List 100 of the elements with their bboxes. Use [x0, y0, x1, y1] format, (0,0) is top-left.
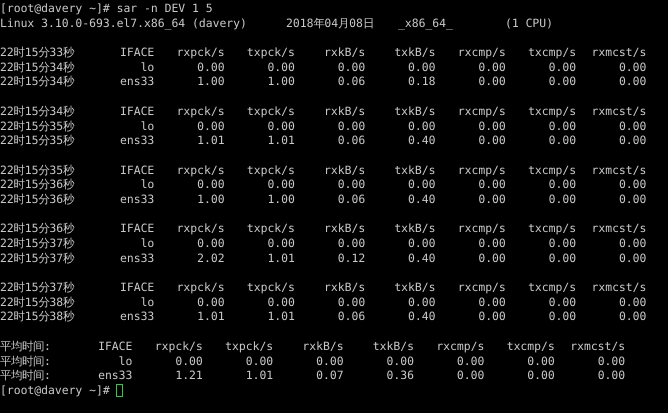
column-header: rxmcst/s: [590, 45, 646, 60]
table-cell-text: 0.00: [477, 133, 506, 148]
table-cell-text: 0.00: [548, 192, 576, 207]
column-header: rxcmp/s: [435, 338, 484, 354]
table-cell-text: 0.00: [477, 236, 506, 251]
table-cell-text: 0.00: [456, 354, 484, 368]
table-cell-text: 22时15分34秒: [0, 60, 76, 74]
table-cell-text: 0.00: [548, 118, 576, 134]
column-header: txpck/s: [246, 221, 295, 236]
table-cell-text: 0.40: [407, 192, 436, 207]
table-cell-text: 0.00: [196, 236, 225, 251]
table-cell-text: 0.00: [548, 250, 576, 266]
column-header: rxmcst/s: [569, 338, 626, 354]
table-cell-text: 0.06: [336, 74, 366, 90]
table-cell-text: 0.00: [244, 354, 274, 368]
table-cell-text: 0.00: [477, 294, 506, 310]
table-cell-text: ens33: [119, 250, 154, 266]
table-cell-text: 0.00: [266, 60, 295, 74]
system-info-text: 2018年04月08日: [286, 16, 375, 30]
table-cell-text: 22时15分37秒: [0, 250, 76, 266]
table-cell-text: ens33: [97, 368, 132, 383]
table-cell-text: 0.00: [618, 250, 646, 266]
column-header: rxkB/s: [323, 162, 366, 178]
table-cell-text: 0.00: [386, 354, 414, 368]
column-header: txpck/s: [246, 45, 295, 60]
column-header: rxcmp/s: [456, 45, 506, 60]
table-cell-text: 0.00: [456, 368, 484, 383]
column-header: txpck/s: [246, 280, 295, 295]
table-cell-text: 0.00: [618, 133, 646, 148]
table-cell-text: 0.00: [548, 177, 576, 192]
column-header: rxmcst/s: [590, 280, 646, 295]
column-header: txkB/s: [393, 104, 436, 118]
column-header: rxcmp/s: [456, 104, 506, 118]
table-cell-text: 0.00: [407, 236, 436, 251]
table-cell-text: lo: [140, 236, 154, 251]
table-cell-text: 0.00: [477, 74, 506, 90]
table-cell-text: 0.00: [548, 60, 576, 74]
table-cell-text: 0.00: [407, 177, 436, 192]
column-header: txcmp/s: [527, 104, 576, 118]
table-cell-text: 0.00: [477, 118, 506, 134]
column-header: txkB/s: [372, 338, 414, 354]
table-cell-text: 0.00: [266, 294, 295, 310]
table-cell-text: 0.00: [477, 309, 506, 324]
column-header: IFACE: [119, 221, 154, 236]
table-cell-text: 0.00: [618, 74, 646, 90]
column-header: IFACE: [119, 280, 154, 295]
system-info-text: _x86_64_: [398, 16, 454, 30]
table-cell-text: 1.00: [266, 74, 295, 90]
column-header: IFACE: [119, 104, 154, 118]
column-header: txkB/s: [393, 280, 436, 295]
table-cell-text: 0.18: [407, 74, 436, 90]
column-header: 22时15分35秒: [0, 162, 76, 178]
table-cell-text: 0.00: [336, 294, 366, 310]
system-info-text: Linux 3.10.0-693.el7.x86_64 (davery): [0, 16, 248, 30]
table-cell-text: lo: [140, 60, 154, 74]
column-header: txcmp/s: [527, 162, 576, 178]
table-cell-text: 0.00: [477, 250, 506, 266]
table-cell-text: 2.02: [196, 250, 225, 266]
column-header: txpck/s: [224, 338, 274, 354]
table-cell-text: ens33: [119, 309, 154, 324]
column-header: IFACE: [119, 45, 154, 60]
table-cell-text: 1.00: [266, 192, 295, 207]
column-header: txkB/s: [393, 162, 436, 178]
column-header: rxkB/s: [323, 45, 366, 60]
table-cell-text: 0.00: [548, 294, 576, 310]
table-cell-text: 0.00: [526, 354, 555, 368]
table-cell-text: ens33: [119, 133, 154, 148]
table-cell-text: 0.00: [548, 236, 576, 251]
column-header: rxmcst/s: [590, 221, 646, 236]
column-header: rxkB/s: [323, 104, 366, 118]
column-header: 22时15分37秒: [0, 280, 76, 295]
table-cell-text: 0.07: [315, 368, 344, 383]
table-cell-text: 0.00: [174, 354, 203, 368]
column-header: IFACE: [97, 338, 132, 354]
table-cell-text: 0.06: [336, 133, 366, 148]
table-cell-text: 0.40: [407, 133, 436, 148]
table-cell-text: 0.00: [618, 192, 646, 207]
table-cell-text: 0.00: [477, 192, 506, 207]
table-cell-text: 0.00: [596, 368, 626, 383]
column-header: rxpck/s: [176, 221, 225, 236]
table-cell-text: 0.00: [407, 118, 436, 134]
table-cell-text: 0.40: [407, 309, 436, 324]
table-cell-text: lo: [118, 354, 132, 368]
table-cell-text: 0.00: [618, 236, 646, 251]
column-header: txpck/s: [246, 162, 295, 178]
table-cell-text: 0.00: [618, 294, 646, 310]
column-header: txcmp/s: [506, 338, 555, 354]
column-header: rxpck/s: [176, 45, 225, 60]
column-header: rxmcst/s: [590, 104, 646, 118]
column-header: txpck/s: [246, 104, 295, 118]
column-header: rxpck/s: [176, 104, 225, 118]
table-cell-text: 0.00: [196, 177, 225, 192]
cursor-icon: [116, 384, 123, 397]
table-cell-text: 0.00: [196, 60, 225, 74]
column-header: rxkB/s: [301, 338, 344, 354]
table-cell-text: 22时15分36秒: [0, 177, 76, 192]
table-cell-text: 22时15分38秒: [0, 309, 76, 324]
system-info-text: (1 CPU): [505, 16, 554, 30]
command-line: [root@davery ~]# sar -n DEV 1 5: [0, 1, 213, 16]
table-cell-text: 0.00: [266, 177, 295, 192]
